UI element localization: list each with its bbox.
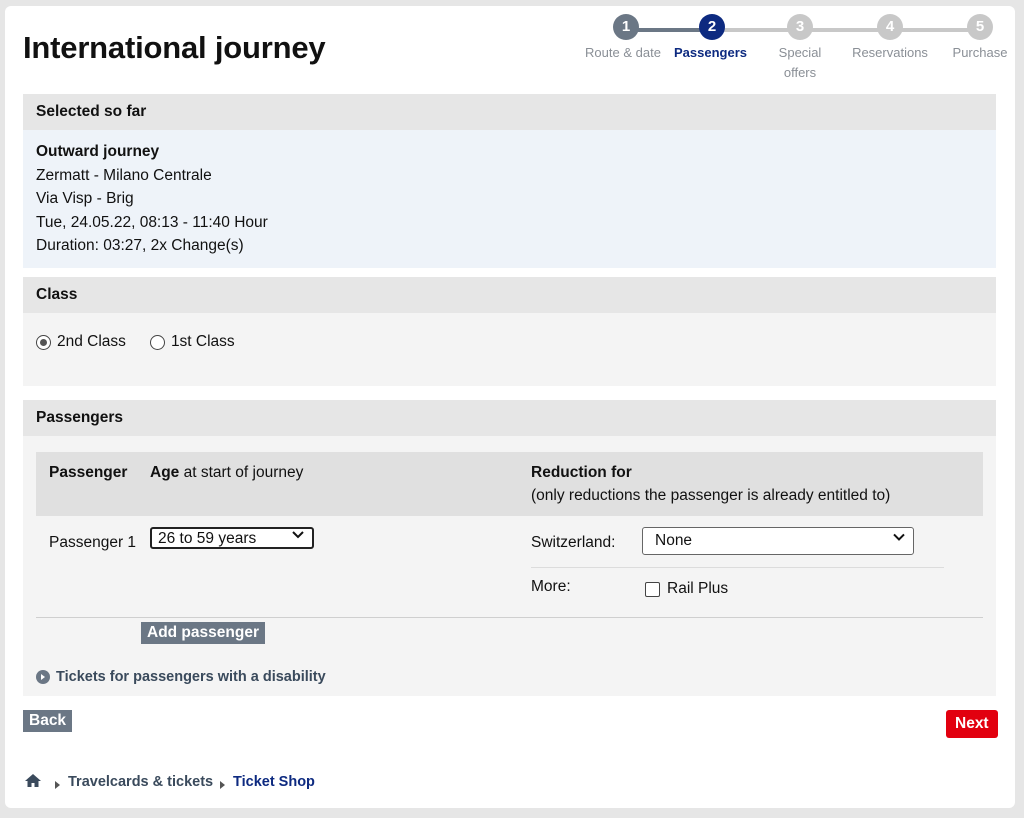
breadcrumb-separator-icon	[55, 781, 60, 789]
table-divider	[36, 617, 983, 618]
breadcrumb-separator-icon	[220, 781, 225, 789]
col-reduction: Reduction for	[531, 464, 632, 481]
summary-body: Outward journey Zermatt - Milano Central…	[23, 130, 996, 268]
passengers-heading: Passengers	[23, 400, 996, 436]
passengers-section: Passengers Passenger Age at start of jou…	[23, 400, 996, 696]
chevron-down-icon	[292, 526, 304, 546]
step-label: Special offers	[778, 45, 822, 80]
step-label: Passengers	[674, 45, 747, 60]
journey-datetime: Tue, 24.05.22, 08:13 - 11:40 Hour	[36, 213, 268, 231]
journey-title: Outward journey	[36, 143, 160, 160]
col-passenger: Passenger	[49, 464, 128, 481]
step-label: Route & date	[585, 45, 661, 60]
add-passenger-button[interactable]: Add passenger	[141, 622, 265, 644]
rail-plus-label[interactable]: Rail Plus	[667, 580, 728, 598]
next-button[interactable]: Next	[946, 710, 998, 738]
journey-duration: Duration: 03:27, 2x Change(s)	[36, 237, 244, 254]
page-title: International journey	[23, 30, 326, 65]
summary-section: Selected so far Outward journey Zermatt …	[23, 94, 996, 268]
step-label: Reservations	[852, 45, 928, 60]
reduction-select[interactable]: None	[642, 527, 914, 555]
class-1st-label[interactable]: 1st Class	[171, 333, 235, 351]
summary-heading: Selected so far	[23, 94, 996, 130]
country-label: Switzerland:	[531, 534, 616, 551]
class-2nd-label[interactable]: 2nd Class	[57, 333, 126, 351]
page: International journey 1 Route & date 2 P…	[5, 6, 1015, 808]
rail-plus-option: Rail Plus	[645, 580, 728, 598]
journey-via: Via Visp - Brig	[36, 190, 134, 207]
passenger-table-header: Passenger Age at start of journey Reduct…	[36, 452, 983, 516]
col-age: Age at start of journey	[150, 464, 304, 481]
step-label: Purchase	[952, 45, 1008, 60]
step-special-offers: 3 Special offers	[765, 14, 835, 83]
back-button[interactable]: Back	[23, 710, 73, 732]
class-2nd-radio[interactable]	[36, 334, 51, 350]
passenger-name: Passenger 1	[49, 534, 137, 551]
home-icon[interactable]	[24, 773, 42, 793]
step-number: 1	[613, 14, 639, 40]
disability-link[interactable]: Tickets for passengers with a disability	[36, 669, 326, 685]
step-number: 3	[787, 14, 813, 40]
arrow-circle-icon	[36, 670, 50, 684]
rail-plus-checkbox[interactable]	[645, 581, 660, 597]
step-route-date[interactable]: 1 Route & date	[585, 14, 666, 63]
more-label: More:	[531, 578, 571, 595]
breadcrumb-ticket-shop[interactable]: Ticket Shop	[233, 774, 315, 790]
chevron-down-icon	[893, 525, 905, 551]
step-number: 4	[877, 14, 903, 40]
step-number: 2	[699, 14, 725, 40]
journey-route: Zermatt - Milano Centrale	[36, 166, 212, 184]
disability-link-text[interactable]: Tickets for passengers with a disability	[56, 669, 326, 685]
row-divider	[531, 567, 944, 568]
col-reduction-note: (only reductions the passenger is alread…	[531, 487, 891, 504]
step-passengers: 2 Passengers	[674, 14, 747, 63]
step-reservations: 4 Reservations	[840, 14, 940, 63]
class-section: Class 2nd Class 1st Class	[23, 277, 996, 386]
class-options: 2nd Class 1st Class	[36, 333, 235, 351]
age-select[interactable]: 26 to 59 years	[150, 527, 314, 549]
class-1st-radio[interactable]	[149, 334, 165, 350]
step-purchase: 5 Purchase	[940, 14, 1020, 63]
class-heading: Class	[23, 277, 996, 313]
progress-stepper: 1 Route & date 2 Passengers 3 Special of…	[585, 14, 1015, 94]
step-number: 5	[967, 14, 993, 40]
breadcrumb-travelcards[interactable]: Travelcards & tickets	[68, 774, 213, 790]
